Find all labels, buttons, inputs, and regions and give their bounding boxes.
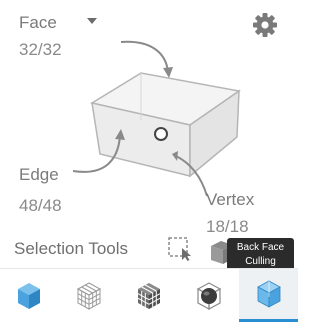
toolbar-wire-grid-cube-button[interactable] — [60, 269, 118, 322]
chevron-down-icon[interactable] — [87, 18, 97, 24]
back-face-culling-tooltip: Back Face Culling — [227, 238, 294, 271]
vertex-mode-label: Vertex — [206, 190, 255, 209]
bottom-toolbar — [0, 268, 298, 322]
selection-tools-title: Selection Tools — [14, 239, 129, 258]
sphere-in-cube-icon — [196, 281, 222, 310]
gear-icon[interactable] — [251, 11, 279, 39]
tooltip-line-2: Culling — [245, 256, 276, 267]
dark-grid-cube-icon — [137, 282, 161, 309]
wire-grid-cube-icon — [76, 281, 102, 310]
toolbar-solid-cube-button[interactable] — [0, 269, 58, 322]
edge-count: 48/48 — [19, 196, 62, 215]
face-count: 32/32 — [19, 40, 62, 59]
toolbar-dark-grid-cube-button[interactable] — [120, 269, 178, 322]
toolbar-translucent-cube-button[interactable] — [239, 269, 298, 322]
rectangle-select-icon[interactable] — [167, 236, 195, 262]
toolbar-sphere-cube-button[interactable] — [180, 269, 238, 322]
selection-panel: Face 32/32 Edge 48/48 Vertex 18/18 Selec… — [0, 0, 298, 271]
translucent-cube-icon — [256, 280, 281, 308]
face-mode-label[interactable]: Face — [19, 14, 57, 31]
edge-mode-label: Edge — [19, 165, 59, 184]
tooltip-line-1: Back Face — [236, 242, 285, 253]
solid-cube-icon — [18, 282, 40, 309]
vertex-count: 18/18 — [206, 217, 249, 236]
